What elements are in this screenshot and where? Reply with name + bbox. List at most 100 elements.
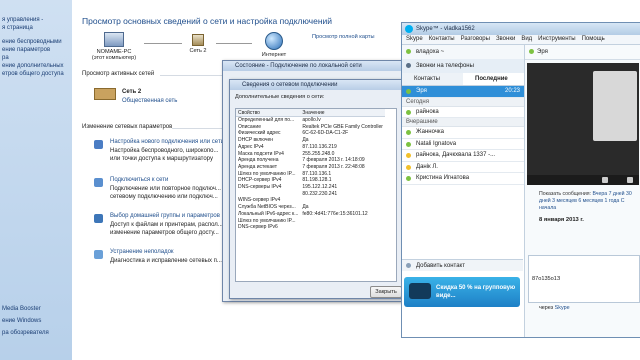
video-area [527, 63, 639, 185]
details-table-row[interactable]: Шлюз по умолчанию IP... [236, 218, 385, 225]
period-3-months[interactable]: 3 месяцев [552, 198, 577, 204]
troubleshoot-icon [94, 250, 103, 259]
page-title: Просмотр основных сведений о сети и наст… [82, 16, 333, 26]
nav-link-media-booster[interactable]: Media Booster [2, 306, 41, 312]
contact-list-item[interactable]: Данік Л. [402, 161, 524, 173]
network-icon [192, 34, 204, 46]
details-table-row[interactable]: DHCP включен Да [236, 137, 385, 144]
node-internet: Интернет [252, 32, 296, 58]
user-status[interactable]: владоха ~ [402, 45, 524, 59]
network-type-link[interactable]: Общественная сеть [122, 98, 177, 104]
contact-name: Эря [416, 88, 427, 94]
period-yesterday[interactable]: Вчера [592, 191, 607, 197]
property-name-cell: Определенный для по... [238, 117, 295, 123]
property-name-cell: Маска подсети IPv4 [238, 150, 284, 157]
details-table-row[interactable]: DHCP-сервер IPv4 81.198.128.1 [236, 177, 385, 184]
details-table: Свойство Значение Определенный для по...… [236, 109, 385, 231]
details-table-row[interactable]: Адрес IPv4 87.110.136.219 [236, 144, 385, 151]
details-dialog-title: Сведения о сетевом подключении [230, 80, 402, 90]
details-table-panel[interactable]: Свойство Значение Определенный для по...… [235, 108, 397, 282]
call-phones-button[interactable]: Звонки на телефоны [402, 59, 524, 73]
nav-link-control-panel[interactable]: я управления - [0, 16, 72, 24]
tab-contacts[interactable]: Контакты [402, 73, 463, 85]
send-via: через Skype [539, 305, 570, 311]
contact-name: Кристина Игнатова [416, 175, 470, 181]
period-7-days[interactable]: 7 дней [609, 191, 625, 197]
column-header-property[interactable]: Свойство [236, 109, 301, 117]
promo-banner[interactable]: Скидка 50 % на групповую виде... [404, 277, 520, 307]
add-icon[interactable] [627, 177, 633, 183]
contact-list-item[interactable]: Жанночка [402, 127, 524, 139]
add-contact-button[interactable]: Добавить контакт [402, 259, 523, 271]
message-input[interactable]: 87о135о1З [528, 255, 640, 303]
contact-avatar [593, 71, 637, 141]
details-table-row[interactable]: Физический адрес 6C-62-6D-DA-C1-2F [236, 130, 385, 137]
homegroup-link[interactable]: Выбор домашней группы и параметров [110, 213, 220, 219]
menu-contacts[interactable]: Контакты [429, 36, 455, 42]
details-table-row[interactable]: Маска подсети IPv4 255.255.248.0 [236, 151, 385, 158]
property-value-cell: 80.232.230.241 [302, 190, 338, 197]
connector-line [216, 43, 252, 44]
details-table-row[interactable]: Шлюз по умолчанию IP... 87.110.136.1 [236, 171, 385, 178]
nav-link-wireless[interactable]: ение беспроводными [0, 38, 72, 46]
column-header-value[interactable]: Значение [300, 109, 385, 117]
contact-status-icon [406, 164, 411, 170]
contact-list-item[interactable]: Natali Ignatova [402, 138, 524, 150]
property-value-cell: 6C-62-6D-DA-C1-2F [302, 130, 349, 137]
menu-skype[interactable]: Skype [406, 36, 423, 42]
period-1-year[interactable]: 1 года [605, 198, 620, 204]
tab-recent[interactable]: Последние [463, 73, 524, 85]
contact-list-item[interactable]: Эря 20:23 [402, 86, 524, 98]
property-name-cell: Адрес IPv4 [238, 143, 264, 150]
history-filter: Показать сообщения: Вчера 7 дней 30 дней… [539, 191, 639, 212]
details-table-row[interactable]: WINS-сервер IPv4 [236, 197, 385, 204]
details-table-row[interactable]: Служба NetBIOS через... Да [236, 204, 385, 211]
contact-list-item[interactable]: Кристина Игнатова [402, 173, 524, 185]
details-section-label: Дополнительные сведения о сети: [235, 94, 325, 100]
details-table-row[interactable]: DNS-сервер IPv6 [236, 224, 385, 231]
send-via-selector[interactable]: Skype [555, 305, 570, 311]
details-table-row[interactable]: 80.232.230.241 [236, 191, 385, 198]
nav-link-adapter-2[interactable]: ра [0, 54, 72, 62]
send-via-label: через [539, 305, 554, 311]
property-value-cell: Realtek PCIe GBE Family Controller [302, 123, 383, 130]
property-name-cell: WINS-сервер IPv4 [238, 197, 281, 204]
menu-help[interactable]: Помощь [582, 36, 605, 42]
details-table-row[interactable]: Аренда истекает 7 февраля 2013 г. 22:48:0… [236, 164, 385, 171]
contact-list-item[interactable]: райнока [402, 106, 524, 118]
video-call-icon [409, 283, 431, 299]
setting-description: Подключение или повторное подключ... [110, 186, 221, 192]
nav-link-sharing[interactable]: ение дополнительных [0, 62, 72, 70]
details-table-row[interactable]: Локальный IPv6-адрес к... fe80::4d41:776e… [236, 211, 385, 218]
troubleshoot-link[interactable]: Устранение неполадок [110, 249, 174, 255]
period-6-months[interactable]: 6 месяцев [578, 198, 603, 204]
video-icon[interactable] [602, 177, 608, 183]
nav-link-home[interactable]: я страница [0, 24, 72, 32]
contact-group-header: Вчерашние [402, 118, 524, 127]
property-name-cell [236, 191, 300, 198]
nav-link-adapter[interactable]: ение параметров [0, 46, 72, 54]
connect-network-link[interactable]: Подключиться к сети [110, 177, 168, 183]
nav-link-windows[interactable]: ение Windows [2, 318, 41, 324]
details-table-row[interactable]: Аренда получена 7 февраля 2013 г. 14:18:0… [236, 157, 385, 164]
contact-name: райнока, Дачкхвала 1337 -... [416, 152, 496, 158]
property-name-cell: Аренда истекает [238, 163, 278, 170]
details-table-body: Определенный для по... apollo.lv Описание R… [236, 117, 385, 231]
nav-link-sharing-2[interactable]: етров общего доступа [0, 70, 72, 78]
active-networks-heading: Просмотр активных сетей [82, 71, 155, 77]
menu-view[interactable]: Вид [521, 36, 532, 42]
details-table-row[interactable]: DNS-серверы IPv4 195.122.12.241 [236, 184, 385, 191]
setting-description: изменение параметров общего досту... [110, 230, 219, 236]
details-table-row[interactable]: Определенный для по... apollo.lv [236, 117, 385, 124]
new-connection-link[interactable]: Настройка нового подключения или сети [110, 139, 224, 145]
view-full-map-link[interactable]: Просмотр полной карты [312, 34, 375, 40]
node-sublabel: (этот компьютер) [91, 55, 137, 61]
menu-calls[interactable]: Звонки [496, 36, 515, 42]
menu-tools[interactable]: Инструменты [538, 36, 575, 42]
close-button[interactable]: Закрыть [370, 286, 402, 298]
skype-logo-icon [405, 25, 413, 33]
nav-link-browser[interactable]: ра обозревателя [2, 330, 49, 336]
menu-conversations[interactable]: Разговоры [461, 36, 490, 42]
setting-description: Настройка беспроводного, широкопо... [110, 148, 219, 154]
contact-list-item[interactable]: райнока, Дачкхвала 1337 -... [402, 150, 524, 162]
